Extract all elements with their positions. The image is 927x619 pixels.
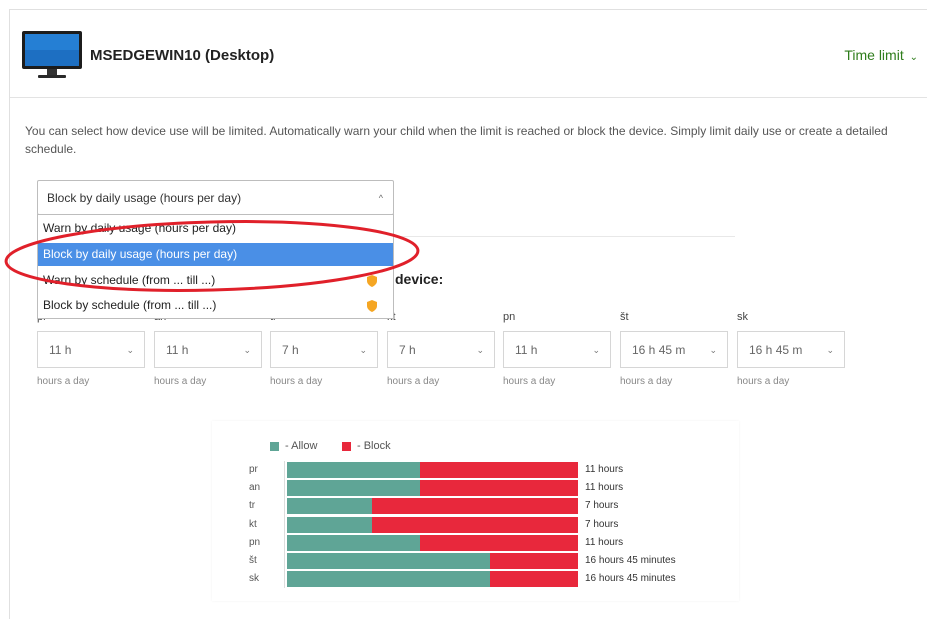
legend-allow-swatch — [270, 442, 279, 451]
dropdown-option-block-daily[interactable]: Block by daily usage (hours per day) — [38, 243, 393, 266]
dropdown-option-label: Warn by daily usage (hours per day) — [43, 221, 236, 235]
premium-shield-icon — [367, 275, 377, 287]
chevron-up-icon: ^ — [378, 193, 383, 203]
dropdown-option-block-schedule[interactable]: Block by schedule (from ... till ...) — [38, 294, 393, 317]
day-hint: hours a day — [154, 376, 207, 387]
day-hint: hours a day — [387, 376, 440, 387]
day-hint: hours a day — [503, 376, 556, 387]
chart-value-label: 7 hours — [585, 500, 619, 512]
day-label-pn: pn — [503, 311, 516, 323]
chart-value-label: 7 hours — [585, 518, 619, 530]
chart-value-label: 11 hours — [585, 464, 624, 475]
chart-bar-allow — [287, 462, 421, 478]
monitor-icon — [22, 31, 82, 78]
dropdown-option-warn-daily[interactable]: Warn by daily usage (hours per day) — [38, 217, 393, 240]
day-select-value: 11 h — [49, 343, 72, 357]
day-select-an[interactable]: 11 h ⌄ — [154, 331, 262, 368]
day-select-value: 16 h 45 m — [632, 343, 686, 357]
chart-bar-block — [420, 534, 578, 551]
chart-bar-block — [371, 516, 578, 533]
chevron-down-icon: ⌄ — [359, 345, 367, 355]
day-select-kt[interactable]: 7 h ⌄ — [387, 331, 495, 368]
dropdown-option-label: Block by schedule (from ... till ...) — [43, 298, 217, 312]
day-select-value: 16 h 45 m — [749, 343, 803, 357]
chart-bar-block — [420, 462, 578, 478]
chart-value-label: 11 hours — [585, 482, 624, 494]
premium-shield-icon — [367, 300, 377, 312]
day-select-pn[interactable]: 11 h ⌄ — [503, 331, 611, 368]
day-label-st: št — [620, 311, 629, 323]
day-select-value: 11 h — [515, 343, 538, 357]
legend-allow-label: - Allow — [285, 440, 318, 452]
time-limit-menu[interactable]: Time limit ⌄ — [844, 47, 918, 63]
chart-value-label: 11 hours — [585, 536, 624, 548]
chart-bar-block — [490, 553, 578, 569]
dropdown-option-warn-schedule[interactable]: Warn by schedule (from ... till ...) — [38, 269, 393, 292]
device-section-label: device: — [395, 271, 444, 287]
chart-value-label: 16 hours 45 minutes — [585, 573, 676, 585]
chart-bar-allow — [287, 534, 421, 551]
limit-mode-value: Block by daily usage (hours per day) — [47, 191, 242, 205]
chart-bar-block — [420, 480, 578, 497]
dropdown-option-label: Warn by schedule (from ... till ...) — [43, 273, 216, 287]
chevron-down-icon: ⌄ — [909, 52, 918, 63]
chart-row-label: an — [249, 482, 261, 494]
chart-row-label: kt — [249, 518, 257, 530]
day-select-value: 7 h — [282, 343, 299, 357]
time-limit-label: Time limit — [844, 47, 904, 63]
day-select-value: 7 h — [399, 343, 416, 357]
chart-row-label: pr — [249, 464, 258, 475]
legend-block-label: - Block — [357, 440, 391, 452]
chart-bar-allow — [287, 498, 372, 515]
chart-bar-block — [371, 498, 578, 515]
chevron-down-icon: ⌄ — [476, 345, 484, 355]
day-hint: hours a day — [737, 376, 790, 387]
chevron-down-icon: ⌄ — [592, 345, 600, 355]
chevron-down-icon: ⌄ — [243, 345, 251, 355]
chart-bar-block — [490, 571, 578, 588]
chart-row-label: tr — [249, 500, 256, 512]
chevron-down-icon: ⌄ — [826, 345, 834, 355]
chart-bar-allow — [287, 480, 421, 497]
chart-bar-allow — [287, 553, 491, 569]
day-select-st[interactable]: 16 h 45 m ⌄ — [620, 331, 728, 368]
chart-axis — [284, 461, 285, 588]
day-hint: hours a day — [37, 376, 90, 387]
limit-mode-select[interactable]: Block by daily usage (hours per day) ^ — [37, 180, 394, 215]
divider — [395, 236, 735, 237]
dropdown-option-label: Block by daily usage (hours per day) — [43, 247, 238, 261]
day-label-sk: sk — [737, 311, 748, 323]
chart-value-label: 16 hours 45 minutes — [585, 555, 676, 566]
chart-bar-allow — [287, 571, 491, 588]
day-select-pr[interactable]: 11 h ⌄ — [37, 331, 145, 368]
limit-description: You can select how device use will be li… — [25, 124, 888, 156]
limit-mode-dropdown: Warn by daily usage (hours per day) Bloc… — [37, 214, 394, 319]
day-select-tr[interactable]: 7 h ⌄ — [270, 331, 378, 368]
day-select-value: 11 h — [166, 343, 189, 357]
chart-row-label: št — [249, 555, 257, 566]
day-hint: hours a day — [620, 376, 673, 387]
device-header: MSEDGEWIN10 (Desktop) Time limit ⌄ — [10, 10, 927, 98]
chart-bar-allow — [287, 516, 372, 533]
legend-block-swatch — [342, 442, 351, 451]
chevron-down-icon: ⌄ — [709, 345, 717, 355]
chevron-down-icon: ⌄ — [126, 345, 134, 355]
day-select-sk[interactable]: 16 h 45 m ⌄ — [737, 331, 845, 368]
chart-row-label: sk — [249, 573, 259, 585]
device-name: MSEDGEWIN10 (Desktop) — [90, 47, 275, 64]
day-hint: hours a day — [270, 376, 323, 387]
chart-row-label: pn — [249, 536, 261, 548]
